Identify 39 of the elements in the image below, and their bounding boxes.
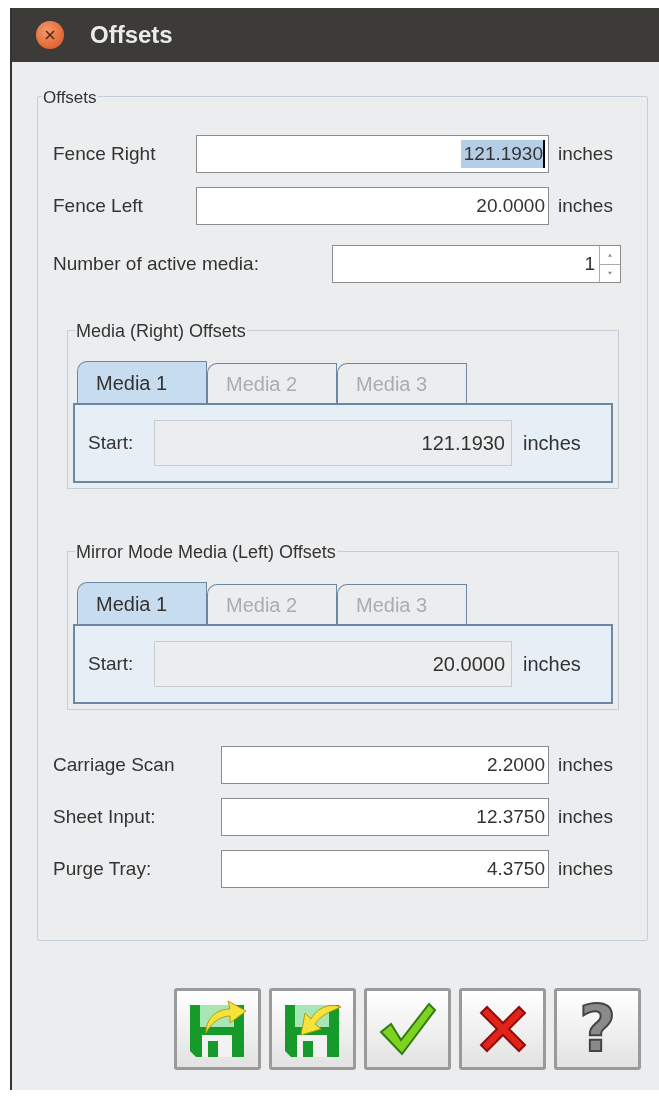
close-button[interactable] <box>36 21 64 49</box>
unit-label: inches <box>558 141 613 166</box>
ok-button[interactable] <box>364 988 451 1070</box>
number-field[interactable]: 121.1930 <box>196 135 549 173</box>
unit-label: inches <box>558 193 613 218</box>
number-field[interactable]: 4.3750 <box>221 850 549 888</box>
number-field[interactable]: 2.2000 <box>221 746 549 784</box>
spin-box[interactable]: 1 <box>332 245 621 283</box>
cancel-button[interactable] <box>459 988 546 1070</box>
field-value: 20.0000 <box>476 193 545 218</box>
field-value: 2.2000 <box>486 752 545 777</box>
unit-label: inches <box>558 856 613 881</box>
field-label: Fence Left <box>53 193 144 218</box>
import-button[interactable] <box>269 988 356 1070</box>
media-tab[interactable]: Media 1 <box>77 582 207 624</box>
start-field[interactable]: 20.0000 <box>154 641 512 687</box>
question-mark-icon: ? <box>578 997 617 1061</box>
unit-label: inches <box>523 652 581 677</box>
field-label: Purge Tray: <box>53 856 153 881</box>
field-value: 121.1930 <box>460 139 545 169</box>
spin-value: 1 <box>583 252 596 276</box>
number-field[interactable]: 12.3750 <box>221 798 549 836</box>
start-field[interactable]: 121.1930 <box>154 420 512 466</box>
field-label: Carriage Scan <box>53 752 176 777</box>
field-label: Start: <box>88 430 135 455</box>
field-label: Fence Right <box>53 141 157 166</box>
field-label: Number of active media: <box>53 251 260 276</box>
window-title: Offsets <box>90 20 173 50</box>
media-tab[interactable]: Media 1 <box>77 361 207 403</box>
unit-label: inches <box>558 752 613 777</box>
number-field[interactable]: 20.0000 <box>196 187 549 225</box>
unit-label: inches <box>523 431 581 456</box>
close-icon <box>45 30 55 40</box>
field-value: 12.3750 <box>476 804 545 829</box>
field-label: Start: <box>88 651 135 676</box>
export-button[interactable] <box>174 988 261 1070</box>
field-value: 4.3750 <box>486 856 545 881</box>
unit-label: inches <box>558 804 613 829</box>
field-label: Sheet Input: <box>53 804 157 829</box>
